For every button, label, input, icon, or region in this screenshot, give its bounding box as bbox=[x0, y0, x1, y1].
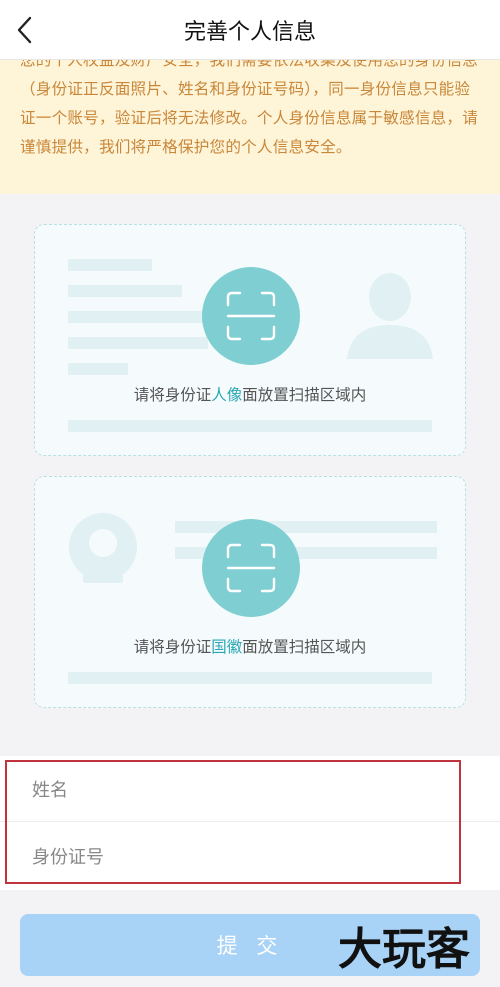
name-field-row bbox=[0, 756, 500, 822]
id-front-scan-area[interactable]: 请将身份证人像面放置扫描区域内 bbox=[34, 224, 466, 456]
id-number-field-row bbox=[0, 823, 500, 889]
scan-frame-icon bbox=[226, 291, 276, 341]
scan-button[interactable] bbox=[202, 267, 300, 365]
id-back-hint: 请将身份证国徽面放置扫描区域内 bbox=[133, 638, 367, 656]
id-number-input[interactable] bbox=[30, 833, 454, 881]
id-back-scan-area[interactable]: 请将身份证国徽面放置扫描区域内 bbox=[34, 476, 466, 708]
placeholder-line bbox=[68, 672, 432, 684]
watermark-logo: 大玩客 bbox=[338, 924, 470, 975]
placeholder-line bbox=[175, 521, 437, 533]
privacy-notice-text: 您的个人权益及财产安全，我们需要依法收集及使用您的身份信息（身份证正反面照片、姓… bbox=[20, 60, 479, 156]
id-front-hint: 请将身份证人像面放置扫描区域内 bbox=[133, 386, 367, 404]
hint-highlight: 国徽 bbox=[211, 638, 243, 656]
page-title: 完善个人信息 bbox=[183, 20, 316, 45]
hint-highlight: 人像 bbox=[211, 386, 243, 404]
privacy-notice: 您的个人权益及财产安全，我们需要依法收集及使用您的身份信息（身份证正反面照片、姓… bbox=[0, 60, 500, 194]
placeholder-line bbox=[68, 420, 432, 432]
name-input[interactable] bbox=[30, 766, 454, 814]
identity-form bbox=[0, 756, 500, 890]
scan-button[interactable] bbox=[202, 519, 300, 617]
scan-frame-icon bbox=[226, 543, 276, 593]
nav-bar: 完善个人信息 bbox=[0, 0, 500, 60]
